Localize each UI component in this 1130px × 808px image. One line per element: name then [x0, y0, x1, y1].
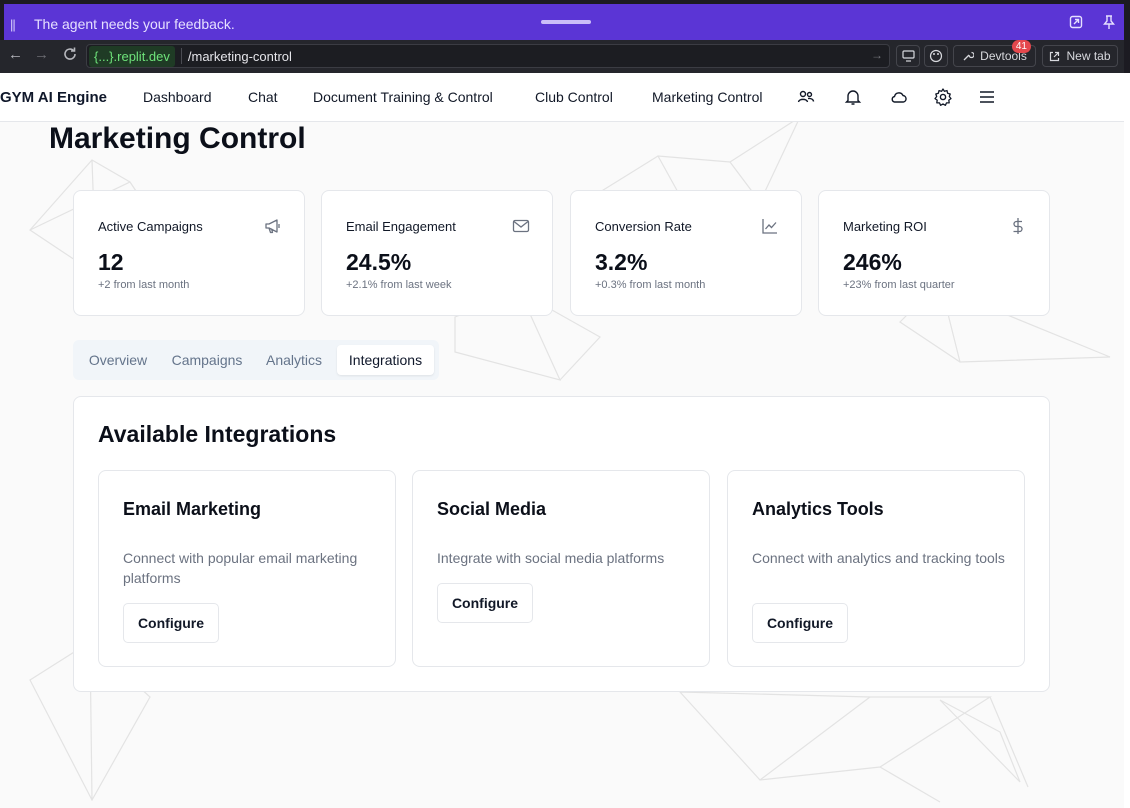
agent-feedback-message: The agent needs your feedback. — [34, 16, 235, 32]
url-host: {...}.replit.dev — [89, 45, 175, 67]
integration-card-email-marketing: Email Marketing Connect with popular ema… — [98, 470, 396, 667]
configure-button-social-media[interactable]: Configure — [437, 583, 533, 623]
stat-label: Email Engagement — [346, 219, 456, 234]
stat-change: +2.1% from last week — [346, 279, 452, 291]
pause-icon[interactable]: || — [10, 17, 28, 32]
external-link-icon — [1050, 51, 1060, 61]
devtools-error-badge: 41 — [1011, 40, 1031, 53]
stat-value: 12 — [98, 249, 124, 275]
monitor-icon — [901, 50, 915, 62]
back-icon[interactable]: ← — [8, 46, 23, 63]
page-title: Marketing Control — [49, 122, 306, 155]
stat-value: 24.5% — [346, 249, 412, 275]
cloud-icon[interactable] — [889, 87, 909, 107]
stat-value: 246% — [843, 249, 902, 275]
stat-card-conversion-rate: Conversion Rate 3.2% +0.3% from last mon… — [570, 190, 802, 316]
url-separator — [180, 48, 182, 64]
main-content: Marketing Control Active Campaigns 12 +2… — [0, 122, 1124, 808]
nav-marketing-control[interactable]: Marketing Control — [652, 89, 763, 105]
trend-chart-icon — [761, 217, 779, 235]
open-external-icon[interactable] — [1068, 14, 1084, 33]
dollar-icon — [1009, 217, 1027, 235]
stat-label: Marketing ROI — [843, 219, 927, 234]
nav-dashboard[interactable]: Dashboard — [143, 89, 212, 105]
reload-icon[interactable] — [62, 46, 78, 66]
drag-handle[interactable] — [541, 20, 591, 24]
app-header: GYM AI Engine Dashboard Chat Document Tr… — [0, 73, 1124, 122]
marketing-tabs: Overview Campaigns Analytics Integration… — [73, 340, 439, 380]
palette-icon — [929, 49, 943, 63]
integration-description: Connect with analytics and tracking tool… — [752, 550, 1005, 566]
new-tab-label: New tab — [1066, 49, 1111, 63]
tab-campaigns[interactable]: Campaigns — [163, 345, 251, 375]
integrations-title: Available Integrations — [98, 421, 337, 447]
users-icon[interactable] — [796, 87, 816, 107]
integration-card-social-media: Social Media Integrate with social media… — [412, 470, 710, 667]
nav-chat[interactable]: Chat — [248, 89, 278, 105]
integration-title: Social Media — [437, 499, 547, 519]
browser-toolbar: ← → {...}.replit.dev /marketing-control … — [0, 40, 1130, 73]
tab-overview[interactable]: Overview — [81, 345, 155, 375]
theme-button[interactable] — [924, 45, 948, 67]
tab-integrations[interactable]: Integrations — [337, 345, 434, 375]
megaphone-icon — [264, 217, 282, 235]
stat-label: Active Campaigns — [98, 219, 203, 234]
brand-logo[interactable]: GYM AI Engine — [0, 89, 107, 106]
integration-description: Connect with popular email marketing pla… — [123, 550, 358, 586]
stat-card-active-campaigns: Active Campaigns 12 +2 from last month — [73, 190, 305, 316]
gear-icon[interactable] — [933, 87, 953, 107]
configure-button-email-marketing[interactable]: Configure — [123, 603, 219, 643]
forward-icon[interactable]: → — [34, 46, 49, 63]
stat-card-email-engagement: Email Engagement 24.5% +2.1% from last w… — [321, 190, 553, 316]
nav-document-training[interactable]: Document Training & Control — [313, 89, 493, 105]
wrench-icon — [963, 51, 975, 61]
devtools-button[interactable]: Devtools 41 — [953, 40, 1036, 67]
nav-club-control[interactable]: Club Control — [535, 89, 613, 105]
integration-title: Email Marketing — [123, 499, 262, 519]
address-bar[interactable]: {...}.replit.dev /marketing-control → — [86, 44, 890, 68]
integration-description: Integrate with social media platforms — [437, 550, 665, 566]
mail-icon — [512, 217, 530, 235]
integrations-panel: Available Integrations Email Marketing C… — [73, 396, 1050, 692]
device-preview-button[interactable] — [896, 45, 920, 67]
stat-value: 3.2% — [595, 249, 648, 275]
tab-analytics[interactable]: Analytics — [259, 345, 329, 375]
menu-icon[interactable] — [977, 87, 997, 107]
integration-title: Analytics Tools — [752, 499, 884, 519]
integration-card-analytics-tools: Analytics Tools Connect with analytics a… — [727, 470, 1025, 667]
stat-change: +23% from last quarter — [843, 279, 955, 291]
stat-change: +0.3% from last month — [595, 279, 706, 291]
bell-icon[interactable] — [843, 87, 863, 107]
go-arrow-icon[interactable]: → — [871, 48, 883, 62]
configure-button-analytics-tools[interactable]: Configure — [752, 603, 848, 643]
stat-change: +2 from last month — [98, 279, 190, 291]
stat-label: Conversion Rate — [595, 219, 692, 234]
url-path: /marketing-control — [187, 48, 292, 64]
agent-feedback-banner: || The agent needs your feedback. — [0, 0, 1130, 44]
pin-icon[interactable] — [1102, 14, 1116, 33]
stat-card-marketing-roi: Marketing ROI 246% +23% from last quarte… — [818, 190, 1050, 316]
new-tab-button[interactable]: New tab — [1042, 45, 1118, 67]
